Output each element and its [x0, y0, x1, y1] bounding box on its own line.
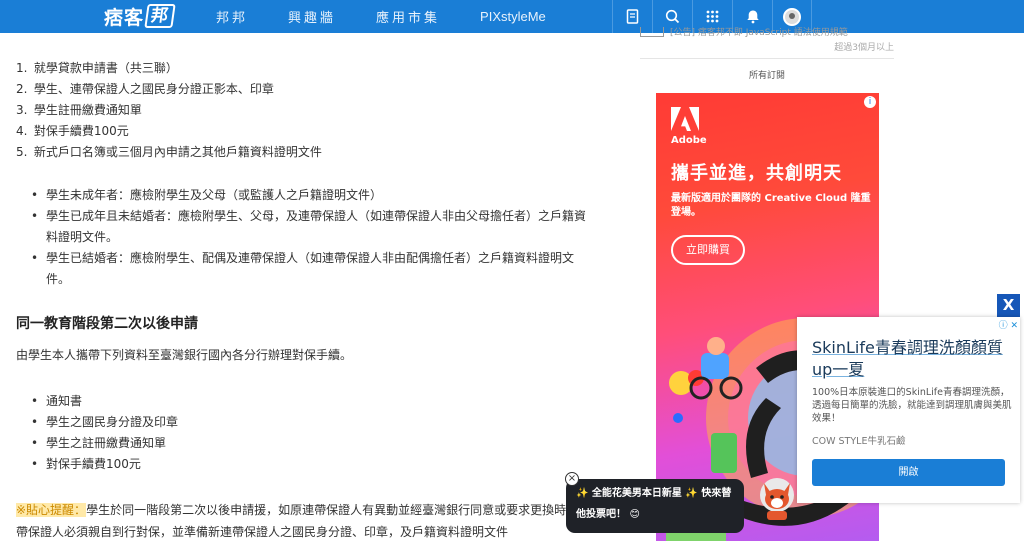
list-item: 5. 新式戶口名簿或三個月內申請之其他戶籍資料證明文件	[16, 145, 322, 159]
notice-icon	[640, 27, 664, 37]
buy-now-button[interactable]: 立即購買	[671, 235, 745, 265]
list-item: 2. 學生、連帶保證人之國民身分證正影本、印章	[16, 82, 274, 96]
pixnet-logo[interactable]: 痞客 邦	[104, 4, 176, 29]
list-item: 1. 就學貸款申請書（共三聯）	[16, 61, 178, 75]
skinlife-ad-card[interactable]: ⓘ ✕ SkinLife青春調理洗顏顏質up一夏 100%日本原裝進口的Skin…	[797, 317, 1020, 503]
ad-headline[interactable]: SkinLife青春調理洗顏顏質up一夏	[812, 337, 1012, 381]
section-heading: 同一教育階段第二次以後申請	[16, 316, 198, 332]
tip-label: ※貼心提醒：	[16, 503, 87, 517]
toast-close-button[interactable]: ×	[565, 472, 579, 486]
list-item: 學生未成年者：應檢附學生及父母（或監護人之戶籍證明文件）	[16, 185, 596, 206]
tip-text: 學生於同一階段第二次以後申請援，如原連帶保證人有異動並經臺灣銀行同意或要求更換時…	[16, 503, 603, 539]
sidebar-notice[interactable]: [公告] 痞客邦不即 JavaScript 語法使用規範 超過3個月以上	[640, 27, 894, 57]
sidebar-divider	[640, 58, 894, 59]
sidebar-section-label: 所有訂閱	[748, 71, 785, 81]
nav-link-app-market[interactable]: 應用市集	[376, 7, 440, 26]
list-item: 通知書	[16, 391, 416, 412]
second-application-list: 通知書 學生之國民身分證及印章 學生之註冊繳費通知單 對保手續費100元	[16, 391, 416, 475]
list-item: 學生已成年且未結婚者：應檢附學生、父母，及連帶保證人（如連帶保證人非由父母擔任者…	[16, 206, 596, 248]
list-item: 對保手續費100元	[16, 454, 416, 475]
logo-box: 邦	[144, 4, 176, 28]
fox-mascot-icon[interactable]	[758, 473, 796, 521]
list-item: 3. 學生註冊繳費通知單	[16, 103, 142, 117]
ad-info-icon[interactable]: i	[864, 96, 876, 108]
close-ad-button[interactable]: X	[997, 294, 1020, 317]
adchoices-icon[interactable]: ⓘ ✕	[999, 318, 1018, 331]
ad-brand: Adobe	[671, 135, 707, 146]
nav-link-interest-wall[interactable]: 興趣牆	[288, 7, 336, 26]
ad-title: 攜手並進，共創明天	[671, 163, 842, 184]
nav-link-bangbang[interactable]: 邦邦	[216, 7, 248, 26]
avatar	[783, 7, 801, 26]
main-nav: 邦邦 興趣牆 應用市集 PIXstyleMe	[216, 0, 586, 33]
adobe-logo-icon	[671, 107, 699, 131]
tip-note: ※貼心提醒：學生於同一階段第二次以後申請援，如原連帶保證人有異動並經臺灣銀行同意…	[16, 499, 606, 543]
ad-body-text: 100%日本原裝進口的SkinLife青春調理洗顏，透過每日簡單的洗臉，就能達到…	[812, 387, 1012, 424]
list-item: 學生已結婚者：應檢附學生、配偶及連帶保證人（如連帶保證人非由配偶擔任者）之戶籍資…	[16, 248, 596, 290]
toast-line-2: 他投票吧！ 😊	[576, 509, 640, 520]
household-documents-list: 學生未成年者：應檢附學生及父母（或監護人之戶籍證明文件） 學生已成年且未結婚者：…	[16, 185, 596, 290]
vote-toast[interactable]: ✨ 全能花美男本日新星 ✨ 快來替 他投票吧！ 😊	[566, 479, 744, 533]
section-paragraph: 由學生本人攜帶下列資料至臺灣銀行國內各分行辦理對保手續。	[16, 348, 353, 362]
logo-text: 痞客	[104, 6, 145, 29]
notice-time: 超過3個月以上	[834, 43, 894, 53]
nav-link-pixstyleme[interactable]: PIXstyleMe	[480, 9, 546, 24]
ad-description: 最新版適用於團隊的 Creative Cloud 隆重登場。	[671, 193, 871, 218]
ad-source: COW STYLE牛乳石鹼	[812, 436, 906, 447]
list-item: 學生之國民身分證及印章	[16, 412, 416, 433]
open-ad-button[interactable]: 開啟	[812, 459, 1005, 486]
required-documents-list: 1. 就學貸款申請書（共三聯） 2. 學生、連帶保證人之國民身分證正影本、印章 …	[16, 58, 322, 163]
list-item: 4. 對保手續費100元	[16, 124, 129, 138]
list-item: 學生之註冊繳費通知單	[16, 433, 416, 454]
notice-text[interactable]: [公告] 痞客邦不即 JavaScript 語法使用規範	[670, 25, 848, 38]
toast-line-1: ✨ 全能花美男本日新星 ✨ 快來替	[576, 488, 732, 499]
